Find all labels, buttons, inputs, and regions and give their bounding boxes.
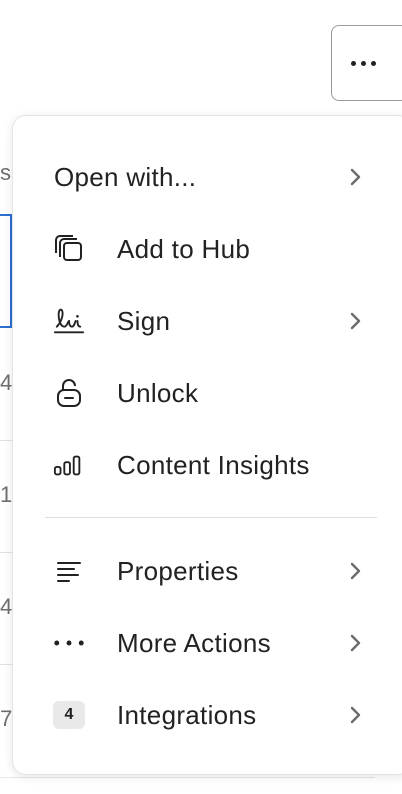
hub-stack-icon (53, 233, 85, 265)
ellipsis-icon (53, 627, 85, 659)
ellipsis-dot (360, 60, 366, 66)
file-actions-menu: Open with... Add to Hub Sign Unlock Cont… (12, 115, 402, 775)
chevron-right-icon (347, 310, 365, 332)
chevron-right-icon (347, 560, 365, 582)
chevron-right-icon (347, 632, 365, 654)
chevron-right-icon (347, 166, 365, 188)
background-text-fragment: 4 (0, 370, 13, 395)
signature-icon (53, 305, 85, 337)
menu-divider (45, 517, 377, 518)
menu-item-label: Integrations (117, 699, 257, 730)
ellipsis-icon (350, 60, 356, 66)
menu-item-label: Unlock (117, 377, 199, 408)
count-badge: 4 (53, 701, 85, 729)
menu-item-label: Add to Hub (117, 233, 251, 264)
menu-item-unlock[interactable]: Unlock (13, 363, 393, 423)
background-text-fragment: 7 (0, 706, 13, 731)
chevron-right-icon (347, 704, 365, 726)
background-text-fragment: 4 (0, 594, 13, 619)
menu-item-label: Properties (117, 555, 239, 586)
background-text-fragment: 1 (0, 482, 13, 507)
integrations-count-badge: 4 (53, 699, 85, 731)
ellipsis-dot (370, 60, 376, 66)
background-divider (0, 777, 375, 778)
menu-item-integrations[interactable]: 4 Integrations (13, 685, 393, 745)
menu-item-label: Content Insights (117, 449, 310, 480)
menu-item-sign[interactable]: Sign (13, 291, 393, 351)
more-options-button[interactable] (331, 25, 402, 101)
menu-item-label: Open with... (54, 161, 197, 192)
unlock-icon (53, 377, 85, 409)
menu-item-label: Sign (117, 305, 171, 336)
bar-chart-icon (53, 449, 85, 481)
menu-item-properties[interactable]: Properties (13, 541, 393, 601)
menu-item-label: More Actions (117, 627, 271, 658)
menu-item-content-insights[interactable]: Content Insights (13, 435, 393, 495)
menu-item-more-actions[interactable]: More Actions (13, 613, 393, 673)
properties-lines-icon (53, 555, 85, 587)
menu-item-open-with[interactable]: Open with... (13, 147, 393, 207)
background-text-fragment: s (0, 160, 11, 185)
menu-item-add-to-hub[interactable]: Add to Hub (13, 219, 393, 279)
